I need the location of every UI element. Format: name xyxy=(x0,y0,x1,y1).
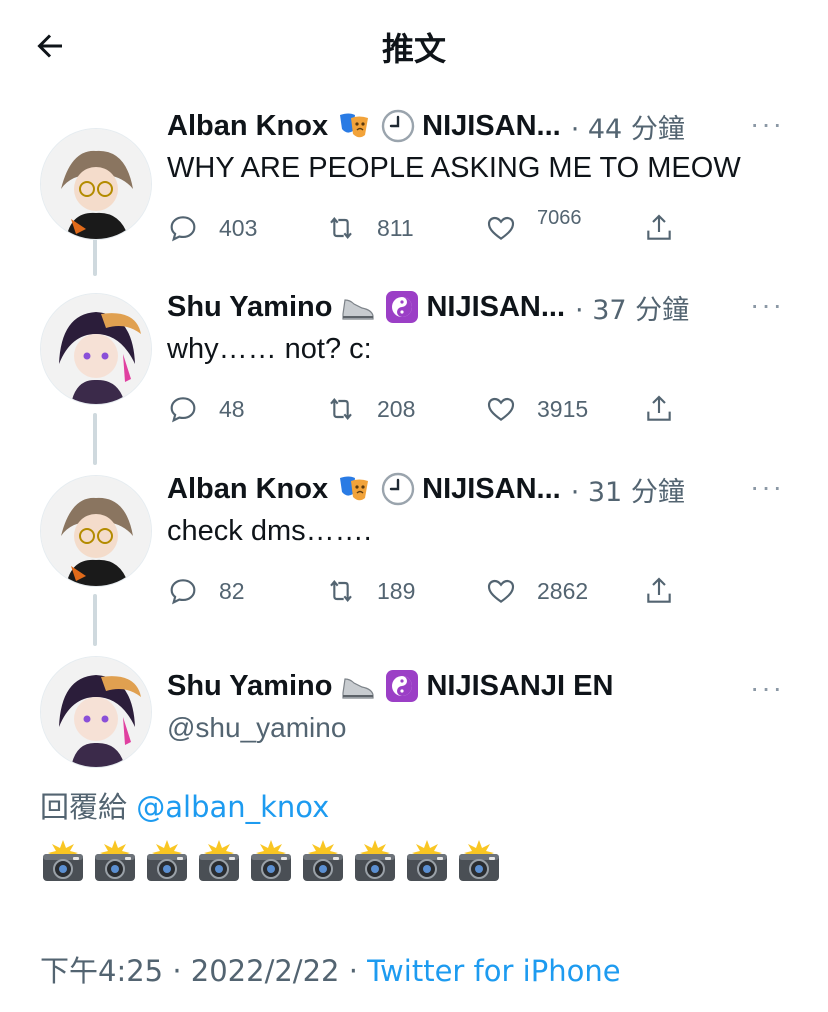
tweet-header: Alban Knox NIJISAN... · 31 分鐘 xyxy=(167,467,685,511)
display-name[interactable]: Shu Yamino xyxy=(167,291,332,324)
display-name[interactable]: Alban Knox xyxy=(167,110,328,143)
heart-icon xyxy=(487,397,515,421)
reply-count: 48 xyxy=(219,395,245,422)
reply-icon xyxy=(170,579,196,605)
tweet-text: why…… not? c: xyxy=(167,333,372,365)
shoe-emoji xyxy=(340,668,376,704)
camera-flash-emoji xyxy=(303,840,343,881)
retweet-icon xyxy=(330,217,352,239)
clock-emoji xyxy=(380,108,416,144)
tweet-time[interactable]: · 37 分鐘 xyxy=(575,288,689,327)
clock-emoji xyxy=(380,471,416,507)
share-icon xyxy=(647,214,671,240)
tweet-body-emojis xyxy=(40,838,502,884)
top-bar: 推文 xyxy=(0,0,828,90)
main-tweet: Shu Yamino NIJISANJI EN ··· @shu_yamino xyxy=(0,650,828,770)
reply-button[interactable]: 82 xyxy=(167,571,245,611)
like-count: 3915 xyxy=(537,395,589,422)
reply-icon xyxy=(170,397,196,423)
share-button[interactable] xyxy=(643,389,695,429)
like-button[interactable]: 2862 xyxy=(485,571,588,611)
masks-emoji xyxy=(336,108,372,144)
timestamp-text: 下午4:25 · 2022/2/22 · xyxy=(40,954,368,988)
yin-yang-emoji xyxy=(384,668,420,704)
reply-count: 82 xyxy=(219,577,245,604)
yin-yang-emoji xyxy=(384,289,420,325)
more-options-button[interactable]: ··· xyxy=(750,672,784,704)
reply-icon xyxy=(170,216,196,242)
retweet-button[interactable]: 811 xyxy=(325,208,414,248)
retweet-count: 189 xyxy=(377,577,416,604)
action-bar: 403 811 7066 xyxy=(167,206,687,248)
reply-mention-link[interactable]: @alban_knox xyxy=(136,790,329,824)
avatar[interactable] xyxy=(40,656,152,768)
org-label: NIJISAN... xyxy=(422,472,561,505)
org-label: NIJISANJI EN xyxy=(426,669,614,702)
like-button[interactable]: 7066 xyxy=(485,206,582,248)
camera-flash-emoji xyxy=(459,840,499,881)
like-count: 2862 xyxy=(537,577,589,604)
heart-icon xyxy=(487,216,515,240)
share-icon xyxy=(647,395,671,421)
tweet-header: Shu Yamino NIJISAN... · 37 分鐘 xyxy=(167,285,689,329)
masks-emoji xyxy=(336,471,372,507)
like-button[interactable]: 3915 xyxy=(485,389,588,429)
camera-flash-emoji xyxy=(407,840,447,881)
share-button[interactable] xyxy=(643,571,695,611)
retweet-icon xyxy=(330,580,352,602)
camera-flash-emoji xyxy=(251,840,291,881)
camera-flash-emoji xyxy=(199,840,239,881)
tweet-timestamp: 下午4:25 · 2022/2/22 · Twitter for iPhone xyxy=(40,948,621,990)
page-title: 推文 xyxy=(381,30,446,68)
display-name[interactable]: Alban Knox xyxy=(167,473,328,506)
heart-icon xyxy=(487,579,515,603)
retweet-icon xyxy=(330,398,352,420)
thread-tweet[interactable]: Alban Knox NIJISAN... · 31 分鐘 ··· check … xyxy=(0,467,828,617)
shoe-emoji xyxy=(340,289,376,325)
camera-flash-emoji xyxy=(355,840,395,881)
more-options-button[interactable]: ··· xyxy=(750,289,784,321)
reply-button[interactable]: 48 xyxy=(167,389,245,429)
reply-prefix: 回覆給 xyxy=(40,790,128,824)
reply-count: 403 xyxy=(219,214,258,241)
tweet-text: check dms……. xyxy=(167,515,372,547)
thread-tweet[interactable]: Alban Knox NIJISAN... · 44 分鐘 ··· WHY AR… xyxy=(0,104,828,254)
retweet-count: 208 xyxy=(377,395,416,422)
tweet-time[interactable]: · 44 分鐘 xyxy=(571,107,685,146)
more-options-button[interactable]: ··· xyxy=(750,471,784,503)
avatar[interactable] xyxy=(40,475,152,587)
thread-tweet[interactable]: Shu Yamino NIJISAN... · 37 分鐘 ··· why…… … xyxy=(0,285,828,435)
avatar[interactable] xyxy=(40,293,152,405)
more-options-button[interactable]: ··· xyxy=(750,108,784,140)
camera-flash-emoji xyxy=(95,840,135,881)
retweet-button[interactable]: 208 xyxy=(325,389,415,429)
org-label: NIJISAN... xyxy=(426,290,566,323)
source-link[interactable]: Twitter for iPhone xyxy=(367,954,620,988)
action-bar: 48 208 3915 xyxy=(167,389,687,429)
like-count: 7066 xyxy=(537,206,582,229)
user-handle[interactable]: @shu_yamino xyxy=(167,712,346,744)
share-icon xyxy=(647,577,671,603)
tweet-header: Alban Knox NIJISAN... · 44 分鐘 xyxy=(167,104,685,148)
org-label: NIJISAN... xyxy=(422,109,561,142)
retweet-button[interactable]: 189 xyxy=(325,571,415,611)
avatar[interactable] xyxy=(40,128,152,240)
tweet-header: Shu Yamino NIJISANJI EN xyxy=(167,668,613,704)
camera-flash-emoji xyxy=(147,840,187,881)
camera-flash-emoji xyxy=(43,840,83,881)
display-name[interactable]: Shu Yamino xyxy=(167,670,332,703)
share-button[interactable] xyxy=(643,208,695,248)
reply-button[interactable]: 403 xyxy=(167,208,257,248)
action-bar: 82 189 2862 xyxy=(167,571,687,611)
tweet-time[interactable]: · 31 分鐘 xyxy=(571,470,685,509)
tweet-text: WHY ARE PEOPLE ASKING ME TO MEOW xyxy=(167,152,741,184)
reply-context: 回覆給 @alban_knox xyxy=(40,784,329,826)
retweet-count: 811 xyxy=(377,214,414,241)
